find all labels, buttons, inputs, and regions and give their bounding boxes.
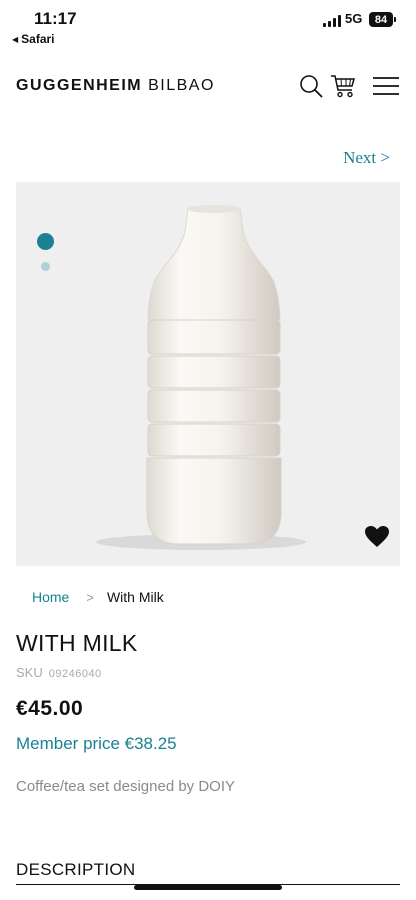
product-image[interactable]: [16, 182, 400, 566]
battery-level: 84: [374, 13, 388, 26]
status-bar: 11:17 ◀ Safari 5G 84: [0, 0, 416, 52]
status-time: 11:17: [34, 9, 77, 28]
product-sku: SKU 09246040: [16, 665, 102, 680]
brand-logo[interactable]: GUGGENHEIM BILBAO: [16, 77, 215, 95]
description-section-toggle[interactable]: DESCRIPTION: [16, 860, 135, 880]
signal-icon: [323, 15, 341, 27]
next-product-link[interactable]: Next >: [343, 148, 390, 168]
cart-icon[interactable]: [330, 73, 356, 99]
product-price: €45.00: [16, 697, 84, 720]
brand-name-light: BILBAO: [148, 77, 215, 94]
battery-icon: 84: [369, 12, 396, 27]
sku-value: 09246040: [48, 668, 102, 680]
sku-label: SKU: [16, 665, 43, 680]
product-designer-note: Coffee/tea set designed by DOIY: [16, 778, 236, 795]
brand-name-bold: GUGGENHEIM: [16, 77, 143, 94]
home-indicator[interactable]: [134, 885, 282, 890]
back-to-app-link[interactable]: ◀ Safari: [12, 32, 55, 46]
network-label: 5G: [345, 11, 363, 26]
breadcrumb: Home > With Milk: [32, 589, 164, 605]
gallery-dot-active[interactable]: [37, 233, 54, 250]
heart-icon[interactable]: [364, 525, 390, 549]
search-icon[interactable]: [298, 73, 324, 99]
site-header: GUGGENHEIM BILBAO: [0, 60, 416, 110]
breadcrumb-current: With Milk: [106, 589, 164, 605]
product-title: WITH MILK: [16, 630, 138, 656]
back-app-label: Safari: [21, 32, 55, 46]
breadcrumb-separator-icon: >: [86, 589, 94, 605]
breadcrumb-home-link[interactable]: Home: [32, 589, 69, 605]
product-bottle-illustration: [96, 205, 306, 550]
back-triangle-icon: ◀: [12, 34, 19, 44]
gallery-dot[interactable]: [41, 262, 50, 271]
menu-icon[interactable]: [372, 73, 400, 99]
member-price: Member price €38.25: [16, 734, 177, 753]
